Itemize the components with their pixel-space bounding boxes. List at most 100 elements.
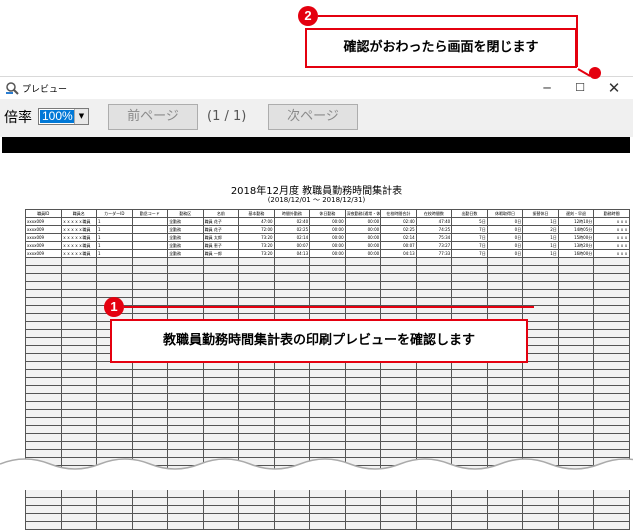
next-page-button[interactable]: 次ページ [268, 104, 358, 130]
zoom-select[interactable]: 100% ▼ [38, 108, 89, 125]
table-cell: ｘｘｘ [593, 249, 630, 258]
table-cell [309, 489, 346, 498]
column-header: 職員ID [25, 209, 62, 218]
table-cell: 職員 一郎 [202, 249, 240, 258]
table-cell [309, 385, 346, 394]
table-cell [273, 505, 311, 514]
column-header: カーダーID [96, 209, 133, 218]
column-header: 職員名 [60, 209, 98, 218]
table-cell: 00:00 [344, 233, 382, 242]
table-cell [131, 425, 169, 434]
close-button[interactable]: ✕ [595, 77, 633, 99]
dropdown-arrow-icon[interactable]: ▼ [74, 109, 88, 124]
empty-table-row [25, 409, 630, 418]
table-cell: 72:00 [238, 225, 275, 234]
table-cell: ｘｘｘ [593, 241, 630, 250]
table-cell: 02:40 [380, 217, 417, 226]
table-cell [167, 521, 204, 530]
table-cell [273, 377, 311, 386]
table-row: xxxx009 ｘｘｘｘｘ職員 1 全勤務 職員 太郎 73:20 02:14 00:00 00… [25, 233, 630, 242]
table-cell [415, 417, 453, 426]
table-cell [380, 417, 417, 426]
window-title: プレビュー [22, 85, 68, 95]
table-cell: 75:34 [415, 233, 453, 242]
table-cell: 73:20 [238, 241, 275, 250]
table-cell [593, 345, 630, 354]
table-cell: 00:00 [344, 217, 382, 226]
zoom-value: 100% [40, 109, 75, 123]
table-cell [238, 273, 275, 282]
empty-table-row [25, 401, 630, 410]
title-bar: プレビュー ─ ☐ ✕ [0, 77, 633, 99]
table-cell: 00:00 [309, 241, 346, 250]
table-cell [60, 265, 98, 274]
table-cell [60, 513, 98, 522]
table-cell [344, 273, 382, 282]
table-cell: 1日 [522, 217, 559, 226]
table-cell [451, 257, 488, 266]
table-cell [415, 265, 453, 274]
prev-page-button[interactable]: 前ページ [108, 104, 198, 130]
maximize-button[interactable]: ☐ [561, 77, 599, 99]
table-cell [344, 257, 382, 266]
table-cell [25, 497, 62, 506]
table-cell [60, 433, 98, 442]
table-cell [202, 273, 240, 282]
table-cell [96, 425, 133, 434]
table-cell [238, 513, 275, 522]
table-cell [415, 257, 453, 266]
table-cell [557, 377, 595, 386]
table-cell: 47:00 [238, 217, 275, 226]
table-cell [486, 257, 524, 266]
table-cell [309, 401, 346, 410]
table-cell [131, 369, 169, 378]
table-cell [25, 297, 62, 306]
table-cell [451, 441, 488, 450]
table-cell [593, 329, 630, 338]
empty-table-row [25, 497, 630, 506]
table-cell [96, 513, 133, 522]
table-cell [96, 369, 133, 378]
table-cell [202, 513, 240, 522]
table-cell [273, 433, 311, 442]
table-cell [309, 281, 346, 290]
table-cell [309, 505, 346, 514]
table-cell [167, 497, 204, 506]
table-cell [167, 441, 204, 450]
table-cell [238, 385, 275, 394]
table-cell [238, 489, 275, 498]
table-cell [522, 289, 559, 298]
column-header: 遅刻・早退 [557, 209, 595, 218]
table-cell [415, 497, 453, 506]
table-cell [238, 409, 275, 418]
table-row: xxxx009 ｘｘｘｘｘ職員 1 全勤務 職員 花子 47:00 02:40 00:00 00… [25, 217, 630, 226]
table-cell [486, 417, 524, 426]
table-cell [60, 409, 98, 418]
table-cell [96, 377, 133, 386]
column-header: 在校時間合計 [380, 209, 417, 218]
table-cell [60, 377, 98, 386]
table-cell [96, 417, 133, 426]
table-cell [167, 385, 204, 394]
table-cell [557, 353, 595, 362]
table-cell [60, 497, 98, 506]
table-cell [486, 289, 524, 298]
table-cell: 73:20 [238, 249, 275, 258]
table-cell [593, 353, 630, 362]
column-header: 振替休日 [522, 209, 559, 218]
preview-area[interactable]: 2018年12月度 教職員勤務時間集計表 (2018/12/01 ～ 2018/… [0, 137, 633, 530]
table-cell: 7日 [451, 225, 488, 234]
table-cell [167, 369, 204, 378]
table-cell [202, 409, 240, 418]
table-cell: xxxx009 [25, 249, 62, 258]
table-cell [25, 513, 62, 522]
table-cell [60, 489, 98, 498]
table-cell [131, 489, 169, 498]
table-cell [309, 297, 346, 306]
table-cell [167, 265, 204, 274]
table-cell: 04:13 [380, 249, 417, 258]
table-cell [60, 337, 98, 346]
table-cell [309, 369, 346, 378]
empty-table-row [25, 505, 630, 514]
table-cell [557, 289, 595, 298]
